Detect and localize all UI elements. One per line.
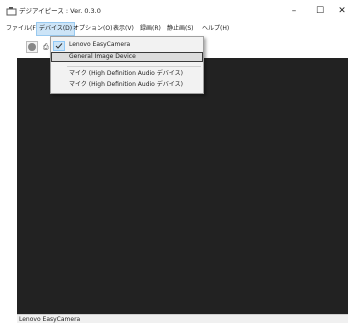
device-item-microphone-2[interactable]: マイク (High Definition Audio デバイス)	[51, 80, 203, 90]
device-item-label: Lenovo EasyCamera	[69, 41, 131, 48]
menu-separator	[67, 66, 201, 67]
app-icon	[6, 7, 17, 16]
menu-bar: ファイル(F) デバイス(D) オプション(O) 表示(V) 録画(R) 静止画…	[0, 22, 348, 36]
device-item-lenovo-easycamera[interactable]: Lenovo EasyCamera	[51, 40, 203, 51]
menu-options[interactable]: オプション(O)	[71, 23, 114, 35]
device-item-general-image-device[interactable]: General Image Device	[51, 52, 203, 62]
video-preview	[17, 58, 348, 314]
device-item-label: マイク (High Definition Audio デバイス)	[69, 81, 183, 88]
checkmark-icon	[55, 43, 63, 49]
device-menu-dropdown: Lenovo EasyCamera General Image Device マ…	[50, 36, 204, 94]
status-text: Lenovo EasyCamera	[19, 316, 81, 323]
checked-indicator	[53, 41, 65, 51]
record-icon[interactable]	[26, 41, 38, 53]
menu-record[interactable]: 録画(R)	[138, 23, 163, 35]
maximize-button[interactable]: ☐	[312, 4, 328, 18]
menu-still-image[interactable]: 静止画(S)	[165, 23, 196, 35]
device-item-label: マイク (High Definition Audio デバイス)	[69, 70, 183, 77]
device-item-label: General Image Device	[69, 53, 136, 60]
title-bar[interactable]: デジアイピース : Ver. 0.3.0 – ☐ ✕	[0, 0, 348, 22]
device-item-microphone-1[interactable]: マイク (High Definition Audio デバイス)	[51, 69, 203, 79]
window-title: デジアイピース : Ver. 0.3.0	[19, 7, 101, 15]
minimize-button[interactable]: –	[286, 4, 302, 18]
menu-help[interactable]: ヘルプ(H)	[200, 23, 231, 35]
menu-device[interactable]: デバイス(D)	[36, 22, 76, 36]
close-button[interactable]: ✕	[334, 4, 348, 18]
menu-view[interactable]: 表示(V)	[111, 23, 136, 35]
menu-file[interactable]: ファイル(F)	[4, 23, 40, 35]
